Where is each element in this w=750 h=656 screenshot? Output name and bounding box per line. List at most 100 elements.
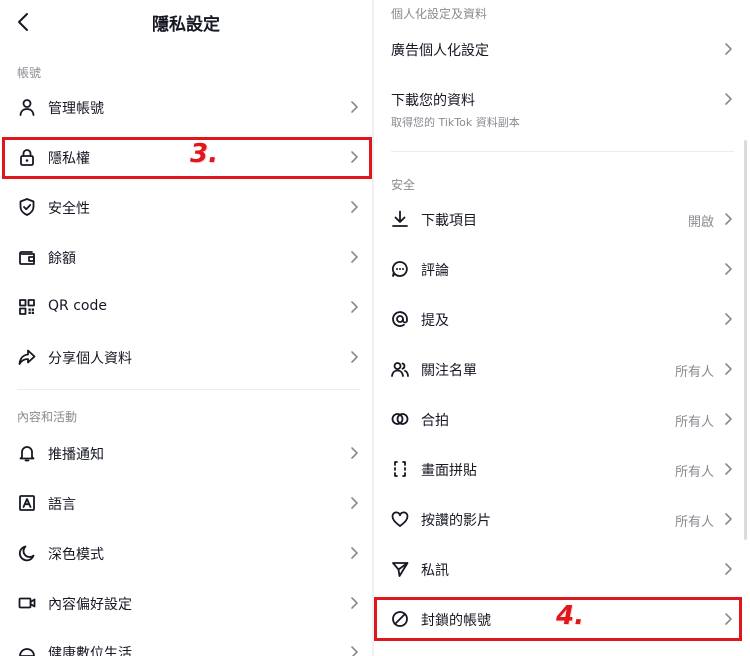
chevron-right-icon (723, 312, 733, 326)
menu-item-mentions[interactable]: 提及 (374, 297, 750, 341)
chevron-right-icon (349, 300, 359, 314)
step-number-3: 3. (190, 139, 218, 169)
step-number-4: 4. (556, 601, 584, 631)
menu-item-direct-messages[interactable]: 私訊 (374, 547, 750, 591)
menu-item-label: QR code (48, 298, 107, 314)
menu-item-label: 下載項目 (421, 213, 477, 229)
menu-item-label: 廣告個人化設定 (391, 43, 489, 59)
at-sign-icon (390, 309, 410, 329)
menu-item-value: 所有人 (674, 515, 714, 530)
menu-item-label: 合拍 (421, 413, 449, 429)
language-icon (17, 493, 37, 513)
moon-icon (17, 543, 37, 563)
download-icon (390, 209, 410, 229)
menu-item-label: 封鎖的帳號 (421, 613, 491, 629)
menu-item-value: 開啟 (687, 215, 714, 230)
chevron-right-icon (723, 462, 733, 476)
menu-item-downloads[interactable]: 下載項目 開啟 (374, 197, 750, 241)
page-title: 隱私設定 (152, 15, 220, 35)
menu-item-label: 深色模式 (48, 547, 104, 563)
menu-item-label: 語言 (48, 497, 76, 513)
menu-item-push-notifications[interactable]: 推播通知 (0, 431, 372, 475)
menu-item-sublabel: 取得您的 TikTok 資料副本 (391, 116, 520, 129)
menu-item-digital-wellbeing[interactable]: 健康數位生活 (0, 630, 372, 656)
chevron-right-icon (723, 362, 733, 376)
menu-item-qr-code[interactable]: QR code (0, 285, 372, 329)
send-icon (390, 559, 410, 579)
lock-icon (17, 147, 37, 167)
wellbeing-icon (17, 642, 37, 656)
menu-item-label: 推播通知 (48, 447, 104, 463)
person-icon (17, 97, 37, 117)
privacy-settings-panel: 隱私設定 帳號 管理帳號 隱私權 安全性 餘額 QR code 分享個人資料 內… (0, 0, 372, 656)
menu-item-label: 隱私權 (48, 151, 90, 167)
menu-item-label: 按讚的影片 (421, 513, 491, 529)
bell-icon (17, 443, 37, 463)
section-label-safety: 安全 (391, 178, 416, 192)
chevron-right-icon (723, 212, 733, 226)
menu-item-ad-personalization[interactable]: 廣告個人化設定 (374, 27, 750, 71)
menu-item-duet[interactable]: 合拍 所有人 (374, 397, 750, 441)
chevron-right-icon (723, 92, 733, 106)
chevron-right-icon (349, 100, 359, 114)
menu-item-label: 關注名單 (421, 363, 477, 379)
section-label-content-activity: 內容和活動 (17, 410, 78, 424)
menu-item-label: 內容偏好設定 (48, 597, 132, 613)
menu-item-value: 所有人 (674, 365, 714, 380)
menu-item-stitch[interactable]: 畫面拼貼 所有人 (374, 447, 750, 491)
menu-item-content-preferences[interactable]: 內容偏好設定 (0, 581, 372, 625)
comment-icon (390, 259, 410, 279)
privacy-detail-panel: 個人化設定及資料 廣告個人化設定 下載您的資料 取得您的 TikTok 資料副本… (374, 0, 750, 656)
menu-item-label: 管理帳號 (48, 101, 104, 117)
menu-item-balance[interactable]: 餘額 (0, 235, 372, 279)
scrollbar[interactable] (744, 140, 747, 540)
share-arrow-icon (17, 347, 37, 367)
qr-code-icon (17, 297, 37, 317)
menu-item-language[interactable]: 語言 (0, 481, 372, 525)
chevron-right-icon (349, 200, 359, 214)
video-icon (17, 593, 37, 613)
menu-item-label: 分享個人資料 (48, 351, 132, 367)
chevron-right-icon (349, 250, 359, 264)
menu-item-value: 所有人 (674, 415, 714, 430)
shield-check-icon (17, 197, 37, 217)
chevron-right-icon (349, 446, 359, 460)
wallet-icon (17, 247, 37, 267)
chevron-right-icon (349, 546, 359, 560)
menu-item-manage-account[interactable]: 管理帳號 (0, 85, 372, 129)
header: 隱私設定 (0, 0, 372, 44)
menu-item-share-profile[interactable]: 分享個人資料 (0, 335, 372, 379)
section-label-personalization: 個人化設定及資料 (391, 7, 488, 21)
chevron-right-icon (723, 42, 733, 56)
section-divider (391, 151, 734, 152)
menu-item-privacy[interactable]: 隱私權 (0, 135, 372, 179)
menu-item-label: 安全性 (48, 201, 90, 217)
duet-icon (390, 409, 410, 429)
menu-item-label: 私訊 (421, 563, 449, 579)
chevron-right-icon (723, 262, 733, 276)
menu-item-label: 畫面拼貼 (421, 463, 477, 479)
menu-item-dark-mode[interactable]: 深色模式 (0, 531, 372, 575)
people-icon (390, 359, 410, 379)
stitch-icon (390, 459, 410, 479)
chevron-right-icon (723, 612, 733, 626)
chevron-right-icon (349, 150, 359, 164)
chevron-right-icon (349, 645, 359, 656)
menu-item-label: 健康數位生活 (48, 646, 132, 656)
menu-item-label: 提及 (421, 313, 449, 329)
menu-item-download-your-data[interactable]: 下載您的資料 取得您的 TikTok 資料副本 (374, 77, 750, 129)
heart-icon (390, 509, 410, 529)
menu-item-label: 評論 (421, 263, 449, 279)
chevron-right-icon (723, 412, 733, 426)
menu-item-label: 餘額 (48, 251, 76, 267)
menu-item-label: 下載您的資料 (391, 93, 475, 109)
menu-item-following-list[interactable]: 關注名單 所有人 (374, 347, 750, 391)
menu-item-value: 所有人 (674, 465, 714, 480)
chevron-right-icon (723, 512, 733, 526)
chevron-right-icon (349, 350, 359, 364)
menu-item-security[interactable]: 安全性 (0, 185, 372, 229)
menu-item-liked-videos[interactable]: 按讚的影片 所有人 (374, 497, 750, 541)
section-divider (17, 389, 360, 390)
menu-item-comments[interactable]: 評論 (374, 247, 750, 291)
section-label-account: 帳號 (17, 66, 42, 80)
